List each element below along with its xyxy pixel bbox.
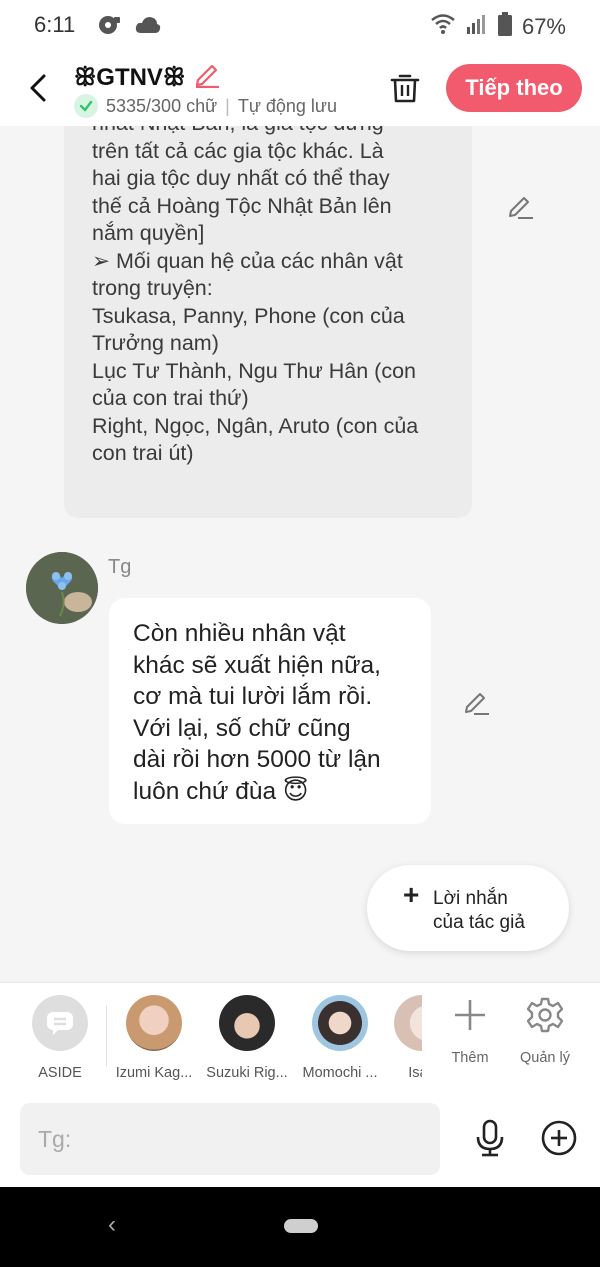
battery-icon	[497, 12, 512, 42]
narration-line: Tsukasa, Panny, Phone (con của	[92, 303, 405, 328]
character-label: Izumi Kag...	[115, 1065, 193, 1081]
sender-avatar[interactable]	[26, 552, 98, 624]
character-item[interactable]: Izumi Kag...	[112, 995, 196, 1081]
plus-icon: +	[403, 879, 420, 910]
message-line: Còn nhiều nhân vật	[133, 620, 346, 647]
voice-button[interactable]	[470, 1118, 510, 1158]
autosave-status: Tự động lưu	[237, 95, 337, 116]
story-title: ꕥGTNVꕥ	[74, 63, 186, 91]
signal-icon	[466, 13, 488, 41]
narration-line: Lục Tư Thành, Ngu Thư Hân (con	[92, 358, 416, 383]
narration-line: nhất Nhật Bản, là gia tộc đứng	[92, 126, 452, 138]
back-button[interactable]	[22, 68, 54, 108]
message-line: luôn chứ đùa 😇	[133, 777, 309, 805]
narration-line: thế cả Hoàng Tộc Nhật Bản lên	[92, 193, 392, 218]
author-note-label: Lời nhắn của tác giả	[433, 887, 563, 935]
nav-back-icon[interactable]: ‹	[108, 1211, 116, 1239]
narration-line: nắm quyền]	[92, 221, 205, 245]
author-note-line: của tác giả	[433, 912, 525, 933]
character-bar: ASIDE Izumi Kag... Suzuki Rig... Momochi…	[0, 982, 600, 1092]
delete-button[interactable]	[388, 68, 422, 108]
next-button[interactable]: Tiếp theo	[446, 64, 582, 112]
edit-message-icon[interactable]	[462, 688, 490, 716]
status-bar: 6:11 67%	[0, 0, 600, 52]
narration-line: của con trai thứ)	[92, 386, 249, 410]
message-input[interactable]	[20, 1103, 440, 1175]
narration-line: Right, Ngọc, Ngân, Aruto (con của	[92, 413, 419, 438]
gear-icon	[526, 997, 564, 1033]
cloud-icon	[134, 14, 162, 41]
chevron-left-icon	[30, 74, 46, 102]
sync-icon	[96, 12, 122, 43]
character-list[interactable]: ASIDE Izumi Kag... Suzuki Rig... Momochi…	[0, 983, 422, 1091]
narration-line: Trưởng nam)	[92, 331, 219, 355]
author-note-line: Lời nhắn	[433, 888, 508, 909]
message-text: Còn nhiều nhân vật khác sẽ xuất hiện nữa…	[133, 618, 423, 807]
character-item[interactable]: Momochi ...	[298, 995, 382, 1081]
narration-line: ➢ Mối quan hệ của các nhân vật	[92, 248, 403, 273]
manage-characters-label: Quản lý	[520, 1050, 570, 1066]
character-aside[interactable]: ASIDE	[18, 995, 102, 1081]
edit-message-icon[interactable]	[506, 192, 534, 220]
story-title-row[interactable]: ꕥGTNVꕥ	[74, 60, 221, 95]
narration-line: trong truyện:	[92, 276, 213, 300]
add-character-label: Thêm	[451, 1050, 489, 1066]
editor-header: ꕥGTNVꕥ 5335/300 chữ | Tự động lưu Tiếp t…	[0, 52, 600, 126]
chat-content[interactable]: nhất Nhật Bản, là gia tộc đứng trên tất …	[0, 126, 600, 982]
narration-text: nhất Nhật Bản, là gia tộc đứng trên tất …	[92, 126, 452, 468]
word-count: 5335/300 chữ	[106, 95, 218, 116]
message-line: dài rồi hơn 5000 từ lận	[133, 746, 381, 773]
status-icons-left	[96, 12, 162, 43]
author-note-button[interactable]: + Lời nhắn của tác giả	[367, 865, 569, 951]
character-avatar	[394, 995, 422, 1051]
wifi-icon	[430, 13, 456, 41]
add-character-button[interactable]: Thêm	[434, 997, 506, 1066]
character-label: Isag	[408, 1065, 422, 1081]
plus-icon	[455, 1000, 485, 1030]
meta-separator: |	[225, 95, 230, 116]
manage-characters-button[interactable]: Quản lý	[509, 997, 581, 1066]
system-nav-bar: ‹	[0, 1187, 600, 1267]
aside-icon	[32, 995, 88, 1051]
status-time: 6:11	[34, 12, 76, 37]
edit-title-icon[interactable]	[193, 60, 221, 95]
meta-row: 5335/300 chữ | Tự động lưu	[74, 94, 337, 118]
character-divider	[106, 1005, 107, 1067]
plus-circle-icon	[541, 1120, 577, 1156]
check-icon	[74, 94, 98, 118]
character-label: Momochi ...	[302, 1065, 378, 1081]
microphone-icon	[476, 1119, 504, 1157]
message-line: Với lại, số chữ cũng	[133, 714, 351, 742]
nav-home-pill[interactable]	[284, 1219, 318, 1233]
narration-line: con trai út)	[92, 441, 194, 465]
message-line: cơ mà tui lười lắm rồi.	[133, 683, 373, 710]
input-bar	[0, 1090, 600, 1187]
character-item[interactable]: Isag	[380, 995, 422, 1081]
character-avatar	[126, 995, 182, 1051]
status-right: 67%	[430, 12, 566, 42]
sender-name: Tg	[108, 556, 132, 578]
trash-icon	[390, 74, 420, 103]
narration-line: trên tất cả các gia tộc khác. Là	[92, 138, 384, 163]
character-avatar	[219, 995, 275, 1051]
character-label: Suzuki Rig...	[206, 1065, 288, 1081]
character-avatar	[312, 995, 368, 1051]
narration-line: hai gia tộc duy nhất có thể thay	[92, 166, 390, 190]
battery-percent: 67%	[521, 14, 566, 39]
message-line: khác sẽ xuất hiện nữa,	[133, 651, 381, 679]
add-media-button[interactable]	[539, 1118, 579, 1158]
character-item[interactable]: Suzuki Rig...	[205, 995, 289, 1081]
character-label: ASIDE	[38, 1065, 82, 1081]
